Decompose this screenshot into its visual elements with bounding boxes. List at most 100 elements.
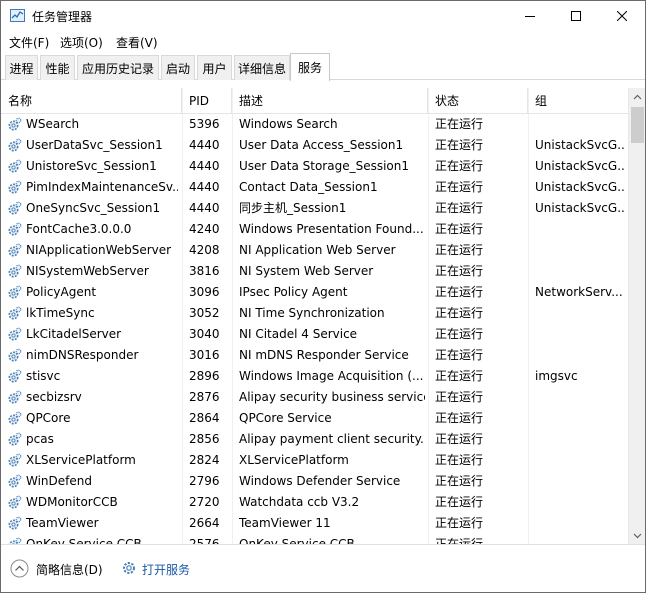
service-status: 正在运行 — [435, 201, 484, 215]
column-header-group[interactable]: 组 — [528, 88, 628, 114]
service-description: User Data Access_Session1 — [239, 138, 404, 152]
service-pid: 2856 — [189, 432, 220, 446]
service-status: 正在运行 — [435, 474, 484, 488]
service-group — [535, 219, 625, 240]
service-gear-icon — [7, 117, 22, 132]
table-row[interactable]: PolicyAgent 3096 IPsec Policy Agent 正在运行 Net… — [1, 282, 628, 303]
table-row[interactable]: XLServicePlatform 2824 XLServicePlatform 正在… — [1, 450, 628, 471]
table-row[interactable]: UserDataSvc_Session1 4440 User Data Access… — [1, 135, 628, 156]
service-status: 正在运行 — [435, 159, 484, 173]
service-status: 正在运行 — [435, 453, 484, 467]
scroll-thumb[interactable] — [631, 107, 644, 143]
gear-icon — [123, 562, 135, 574]
menu-view[interactable]: 查看(V) — [116, 34, 158, 51]
service-description: NI Time Synchronization — [239, 306, 385, 320]
vertical-scrollbar[interactable] — [628, 88, 645, 544]
menu-options[interactable]: 选项(O) — [60, 34, 103, 51]
service-name: OneSyncSvc_Session1 — [26, 201, 161, 215]
service-gear-icon — [7, 180, 22, 195]
chevron-up-circle-icon — [10, 559, 29, 578]
service-description: Contact Data_Session1 — [239, 180, 378, 194]
table-row[interactable]: FontCache3.0.0.0 4240 Windows Presentation… — [1, 219, 628, 240]
table-row[interactable]: TeamViewer 2664 TeamViewer 11 正在运行 — [1, 513, 628, 534]
service-pid: 4240 — [189, 222, 220, 236]
title-bar: 任务管理器 — [1, 1, 645, 31]
table-row[interactable]: LkCitadelServer 3040 NI Citadel 4 Service 正… — [1, 324, 628, 345]
tab-users[interactable]: 用户 — [197, 55, 232, 80]
service-status: 正在运行 — [435, 264, 484, 278]
service-group: NetworkServ... — [535, 285, 623, 299]
service-description: NI Application Web Server — [239, 243, 396, 257]
table-row[interactable]: nimDNSResponder 3016 NI mDNS Responder Ser… — [1, 345, 628, 366]
service-name: WinDefend — [26, 474, 92, 488]
column-header-status[interactable]: 状态 — [428, 88, 528, 114]
chevron-down-icon — [633, 533, 642, 538]
service-name: QPCore — [26, 411, 71, 425]
open-services-link[interactable]: 打开服务 — [142, 561, 190, 578]
service-pid: 2720 — [189, 495, 220, 509]
tab-performance[interactable]: 性能 — [40, 55, 75, 80]
table-row[interactable]: UnistoreSvc_Session1 4440 User Data Storag… — [1, 156, 628, 177]
service-group — [535, 387, 625, 408]
service-pid: 2896 — [189, 369, 220, 383]
tab-services[interactable]: 服务 — [290, 53, 330, 81]
service-gear-icon — [7, 243, 22, 258]
table-row[interactable]: stisvc 2896 Windows Image Acquisition (...… — [1, 366, 628, 387]
service-description: OnKey Service CCB — [239, 537, 355, 544]
scroll-down-button[interactable] — [629, 527, 645, 544]
service-description: IPsec Policy Agent — [239, 285, 348, 299]
fewer-details-link[interactable]: 简略信息(D) — [36, 561, 103, 578]
table-row[interactable]: NISystemWebServer 3816 NI System Web Serve… — [1, 261, 628, 282]
service-gear-icon — [7, 411, 22, 426]
service-gear-icon — [7, 306, 22, 321]
tab-processes[interactable]: 进程 — [5, 55, 38, 80]
tab-details[interactable]: 详细信息 — [234, 55, 290, 80]
service-status: 正在运行 — [435, 348, 484, 362]
service-group — [535, 408, 625, 429]
minimize-button[interactable] — [507, 1, 553, 31]
service-gear-icon — [7, 453, 22, 468]
maximize-icon — [571, 11, 581, 21]
table-row[interactable]: OnKey Service CCB 2576 OnKey Service CCB 正在… — [1, 534, 628, 544]
table-row[interactable]: OneSyncSvc_Session1 4440 同步主机_Session1 正在运行… — [1, 198, 628, 219]
service-description: TeamViewer 11 — [239, 516, 331, 530]
table-row[interactable]: lkTimeSync 3052 NI Time Synchronization 正在运… — [1, 303, 628, 324]
table-header: 名称 PID 描述 状态 组 — [1, 88, 628, 114]
table-row[interactable]: PimIndexMaintenanceSv... 4440 Contact Data… — [1, 177, 628, 198]
service-group: UnistackSvcG... — [535, 138, 625, 152]
table-row[interactable]: pcas 2856 Alipay payment client security..… — [1, 429, 628, 450]
service-description: QPCore Service — [239, 411, 332, 425]
service-status: 正在运行 — [435, 285, 484, 299]
service-name: TeamViewer — [26, 516, 99, 530]
service-group — [535, 450, 625, 471]
tab-app-history[interactable]: 应用历史记录 — [77, 55, 159, 80]
service-gear-icon — [7, 516, 22, 531]
table-row[interactable]: QPCore 2864 QPCore Service 正在运行 — [1, 408, 628, 429]
table-row[interactable]: NIApplicationWebServer 4208 NI Application… — [1, 240, 628, 261]
close-icon — [617, 11, 627, 21]
collapse-details-button[interactable] — [10, 559, 29, 578]
service-pid: 3096 — [189, 285, 220, 299]
open-services-icon-wrap[interactable] — [121, 560, 137, 576]
service-status: 正在运行 — [435, 222, 484, 236]
maximize-button[interactable] — [553, 1, 599, 31]
service-description: Alipay payment client security... — [239, 432, 425, 446]
scroll-up-button[interactable] — [629, 88, 645, 105]
service-group — [535, 324, 625, 345]
tab-startup[interactable]: 启动 — [161, 55, 195, 80]
table-row[interactable]: secbizsrv 2876 Alipay security business se… — [1, 387, 628, 408]
menu-file[interactable]: 文件(F) — [9, 34, 49, 51]
table-row[interactable]: WDMonitorCCB 2720 Watchdata ccb V3.2 正在运行 — [1, 492, 628, 513]
service-description: Watchdata ccb V3.2 — [239, 495, 360, 509]
service-description: NI mDNS Responder Service — [239, 348, 409, 362]
close-button[interactable] — [599, 1, 645, 31]
column-header-description[interactable]: 描述 — [232, 88, 428, 114]
service-pid: 4440 — [189, 180, 220, 194]
table-row[interactable]: WinDefend 2796 Windows Defender Service 正在运… — [1, 471, 628, 492]
service-name: secbizsrv — [26, 390, 82, 404]
service-pid: 2864 — [189, 411, 220, 425]
column-header-pid[interactable]: PID — [182, 88, 232, 114]
column-header-name[interactable]: 名称 — [1, 88, 182, 114]
service-description: User Data Storage_Session1 — [239, 159, 410, 173]
table-row[interactable]: WSearch 5396 Windows Search 正在运行 — [1, 114, 628, 135]
